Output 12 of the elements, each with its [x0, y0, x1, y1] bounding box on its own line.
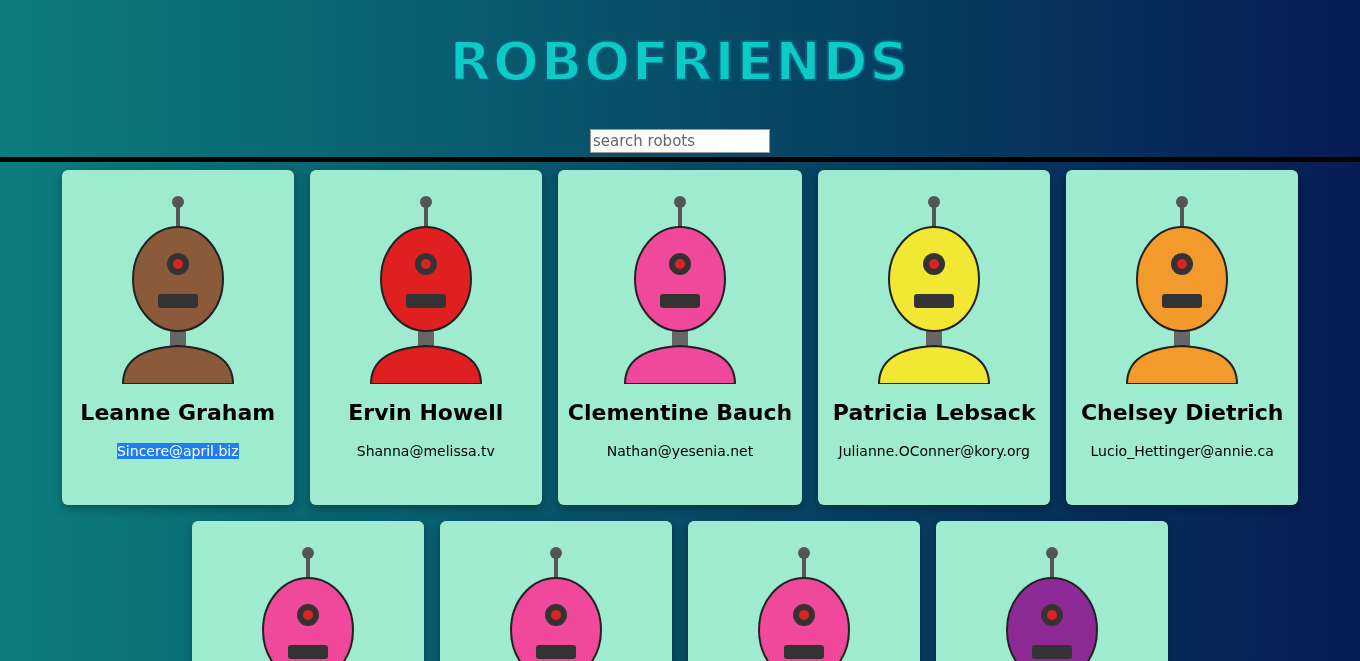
robot-name: Ervin Howell	[348, 400, 504, 425]
robot-email: Shanna@melissa.tv	[356, 443, 495, 459]
robot-name: Chelsey Dietrich	[1080, 400, 1284, 425]
site-title: ROBOFRIENDS	[449, 30, 911, 94]
robot-email: Sincere@april.biz	[117, 443, 239, 459]
robot-name: Clementine Bauch	[567, 400, 793, 425]
robot-email: Nathan@yesenia.net	[606, 443, 754, 459]
robot-email: Lucio_Hettinger@annie.ca	[1090, 443, 1274, 459]
robot-email: Julianne.OConner@kory.org	[838, 443, 1030, 459]
search-field[interactable]: search robots	[590, 129, 770, 153]
robot-name: Patricia Lebsack	[832, 400, 1036, 425]
robot-name: Leanne Graham	[80, 400, 276, 425]
